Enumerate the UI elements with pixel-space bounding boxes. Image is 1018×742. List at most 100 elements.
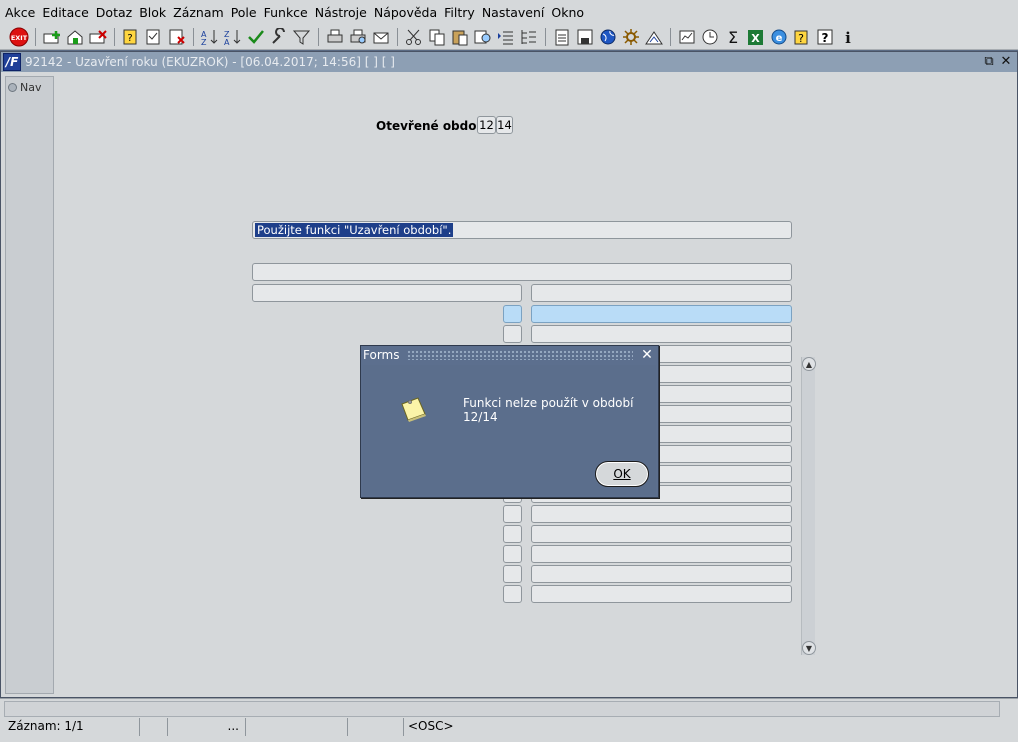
row-checkbox[interactable]	[503, 325, 522, 343]
menu-nastroje[interactable]: Nástroje	[312, 5, 370, 20]
restore-icon[interactable]: ⧉	[981, 54, 997, 70]
save-icon[interactable]	[574, 26, 596, 48]
ok-button[interactable]: OK	[595, 461, 649, 487]
cancel-query-icon[interactable]	[166, 26, 188, 48]
paste-icon[interactable]	[449, 26, 471, 48]
row-field[interactable]	[531, 565, 792, 583]
notes-icon[interactable]	[676, 26, 698, 48]
help-icon[interactable]: ?	[814, 26, 836, 48]
menu-funkce[interactable]: Funkce	[261, 5, 311, 20]
list-icon[interactable]	[495, 26, 517, 48]
toolbar: EXIT ? AZ ZA Σ X e ? ? i	[0, 24, 1018, 50]
sum-icon[interactable]: Σ	[722, 26, 744, 48]
toolbar-separator	[670, 27, 671, 46]
email-icon[interactable]	[370, 26, 392, 48]
menu-napoveda[interactable]: Nápověda	[371, 5, 440, 20]
svg-text:EXIT: EXIT	[11, 34, 28, 42]
row-checkbox[interactable]	[503, 545, 522, 563]
globe-icon[interactable]	[597, 26, 619, 48]
dialog-titlebar[interactable]: Forms ✕	[361, 346, 658, 364]
document-icon[interactable]	[551, 26, 573, 48]
settings-icon[interactable]	[620, 26, 642, 48]
period-year-field[interactable]: 14	[496, 116, 513, 134]
row-field[interactable]	[531, 545, 792, 563]
insert-record-icon[interactable]	[41, 26, 63, 48]
scroll-down-icon[interactable]: ▼	[802, 641, 816, 655]
copy-icon[interactable]	[426, 26, 448, 48]
status-cell-4	[246, 718, 348, 736]
row-checkbox[interactable]	[503, 305, 522, 323]
record-status: Záznam: 1/1	[4, 718, 140, 736]
scroll-up-icon[interactable]: ▲	[802, 357, 816, 371]
print-icon[interactable]	[324, 26, 346, 48]
query-icon[interactable]: ?	[120, 26, 142, 48]
row-field[interactable]	[531, 325, 792, 343]
search-icon[interactable]	[472, 26, 494, 48]
row-checkbox[interactable]	[503, 505, 522, 523]
dialog-grip	[407, 350, 633, 360]
svg-text:?: ?	[127, 33, 132, 44]
status-ellipsis: ...	[168, 718, 246, 736]
note-icon	[401, 397, 426, 422]
menu-dotaz[interactable]: Dotaz	[93, 5, 135, 20]
row-checkbox[interactable]	[503, 525, 522, 543]
menu-nastaveni[interactable]: Nastavení	[479, 5, 548, 20]
nav-label: Nav	[20, 81, 42, 94]
toolbar-separator	[114, 27, 115, 46]
svg-text:?: ?	[822, 31, 829, 45]
nav-panel: Nav	[5, 76, 54, 694]
svg-text:Z: Z	[201, 38, 207, 46]
svg-text:A: A	[224, 38, 230, 46]
execute-query-icon[interactable]	[143, 26, 165, 48]
period-label: Otevřené období	[376, 119, 490, 133]
menu-filtry[interactable]: Filtry	[441, 5, 478, 20]
check-icon[interactable]	[245, 26, 267, 48]
row-checkbox[interactable]	[503, 565, 522, 583]
filter-icon[interactable]	[291, 26, 313, 48]
clock-icon[interactable]	[699, 26, 721, 48]
sort-desc-icon[interactable]: ZA	[222, 26, 244, 48]
info-icon[interactable]: i	[837, 26, 859, 48]
close-window-icon[interactable]: ✕	[998, 54, 1014, 70]
svg-text:i: i	[845, 29, 851, 46]
header-field-2[interactable]	[252, 284, 522, 302]
forms-dialog: Forms ✕ Funkci nelze použít v období 12/…	[360, 345, 659, 498]
tree-icon[interactable]	[518, 26, 540, 48]
scrollbar[interactable]: ▲ ▼	[801, 357, 816, 655]
message-field[interactable]: Použijte funkci "Uzavření období".	[252, 221, 792, 239]
save-record-icon[interactable]	[64, 26, 86, 48]
svg-text:?: ?	[798, 32, 804, 45]
menu-editace[interactable]: Editace	[39, 5, 91, 20]
excel-icon[interactable]: X	[745, 26, 767, 48]
menu-akce[interactable]: Akce	[2, 5, 38, 20]
delete-record-icon[interactable]	[87, 26, 109, 48]
toolbar-separator	[35, 27, 36, 46]
dialog-body: Funkci nelze použít v období 12/14 OK	[363, 365, 656, 495]
row-field[interactable]	[531, 305, 792, 323]
wrench-icon[interactable]	[268, 26, 290, 48]
nav-tab[interactable]: Nav	[8, 81, 41, 94]
row-field[interactable]	[531, 505, 792, 523]
scissors-icon[interactable]	[403, 26, 425, 48]
chart-icon[interactable]	[643, 26, 665, 48]
print-preview-icon[interactable]	[347, 26, 369, 48]
menu-zaznam[interactable]: Záznam	[170, 5, 227, 20]
exit-icon[interactable]: EXIT	[8, 26, 30, 48]
toolbar-separator	[318, 27, 319, 46]
row-field[interactable]	[531, 585, 792, 603]
sort-asc-icon[interactable]: AZ	[199, 26, 221, 48]
ie-icon[interactable]: e	[768, 26, 790, 48]
row-checkbox[interactable]	[503, 585, 522, 603]
header-field-3[interactable]	[531, 284, 792, 302]
period-month-field[interactable]: 12	[477, 116, 496, 134]
header-field-1[interactable]	[252, 263, 792, 281]
window-title: 92142 - Uzavření roku (EKUZROK) - [06.04…	[25, 55, 395, 69]
menu-pole[interactable]: Pole	[228, 5, 260, 20]
menu-okno[interactable]: Okno	[548, 5, 587, 20]
help-query-icon[interactable]: ?	[791, 26, 813, 48]
menu-bar: Akce Editace Dotaz Blok Záznam Pole Funk…	[0, 0, 1018, 24]
dialog-close-icon[interactable]: ✕	[640, 346, 654, 364]
row-field[interactable]	[531, 525, 792, 543]
toolbar-separator	[397, 27, 398, 46]
menu-blok[interactable]: Blok	[136, 5, 169, 20]
